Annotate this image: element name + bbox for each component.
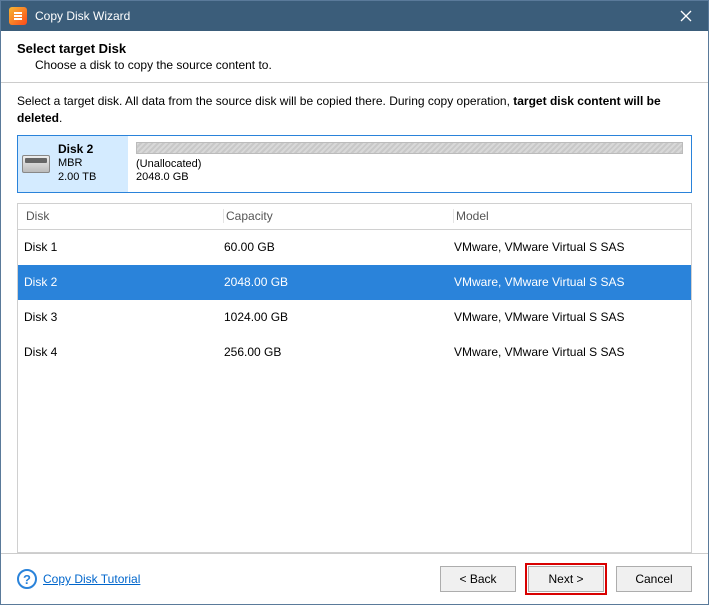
cell-model: VMware, VMware Virtual S SAS bbox=[454, 275, 685, 289]
window-title: Copy Disk Wizard bbox=[35, 9, 664, 23]
disk-preview-layout: (Unallocated) 2048.0 GB bbox=[128, 136, 691, 192]
cell-model: VMware, VMware Virtual S SAS bbox=[454, 240, 685, 254]
page-subtitle: Choose a disk to copy the source content… bbox=[35, 58, 692, 72]
app-icon bbox=[9, 7, 27, 25]
page-title: Select target Disk bbox=[17, 41, 692, 56]
cell-disk: Disk 1 bbox=[24, 240, 224, 254]
cell-disk: Disk 3 bbox=[24, 310, 224, 324]
next-button[interactable]: Next > bbox=[528, 566, 604, 592]
table-row[interactable]: Disk 4256.00 GBVMware, VMware Virtual S … bbox=[18, 335, 691, 370]
disk-table: Disk Capacity Model Disk 160.00 GBVMware… bbox=[17, 203, 692, 553]
instruction-text: Select a target disk. All data from the … bbox=[17, 93, 692, 127]
cell-capacity: 60.00 GB bbox=[224, 240, 454, 254]
cancel-button[interactable]: Cancel bbox=[616, 566, 692, 592]
table-row[interactable]: Disk 31024.00 GBVMware, VMware Virtual S… bbox=[18, 300, 691, 335]
cell-model: VMware, VMware Virtual S SAS bbox=[454, 345, 685, 359]
table-row[interactable]: Disk 160.00 GBVMware, VMware Virtual S S… bbox=[18, 230, 691, 265]
col-model[interactable]: Model bbox=[454, 209, 685, 223]
allocation-info: (Unallocated) 2048.0 GB bbox=[136, 158, 683, 186]
disk-icon bbox=[22, 155, 50, 173]
cell-model: VMware, VMware Virtual S SAS bbox=[454, 310, 685, 324]
cell-disk: Disk 2 bbox=[24, 275, 224, 289]
cell-capacity: 1024.00 GB bbox=[224, 310, 454, 324]
disk-preview-panel: Disk 2 MBR 2.00 TB (Unallocated) 2048.0 … bbox=[17, 135, 692, 193]
allocation-size: 2048.0 GB bbox=[136, 171, 683, 185]
disk-preview-size: 2.00 TB bbox=[58, 171, 96, 185]
back-button[interactable]: < Back bbox=[440, 566, 516, 592]
table-body: Disk 160.00 GBVMware, VMware Virtual S S… bbox=[18, 230, 691, 370]
instruction-prefix: Select a target disk. All data from the … bbox=[17, 94, 513, 108]
disk-preview-name: Disk 2 bbox=[58, 142, 96, 157]
col-capacity[interactable]: Capacity bbox=[224, 209, 454, 223]
wizard-window: Copy Disk Wizard Select target Disk Choo… bbox=[0, 0, 709, 605]
divider bbox=[1, 82, 708, 83]
close-button[interactable] bbox=[664, 1, 708, 31]
cell-disk: Disk 4 bbox=[24, 345, 224, 359]
cell-capacity: 256.00 GB bbox=[224, 345, 454, 359]
instruction-suffix: . bbox=[59, 111, 62, 125]
table-row[interactable]: Disk 22048.00 GBVMware, VMware Virtual S… bbox=[18, 265, 691, 300]
disk-meta: Disk 2 MBR 2.00 TB bbox=[58, 142, 96, 185]
table-header: Disk Capacity Model bbox=[18, 204, 691, 230]
cell-capacity: 2048.00 GB bbox=[224, 275, 454, 289]
help-icon[interactable]: ? bbox=[17, 569, 37, 589]
tutorial-link[interactable]: Copy Disk Tutorial bbox=[43, 572, 140, 586]
disk-preview-info: Disk 2 MBR 2.00 TB bbox=[18, 136, 128, 192]
disk-preview-scheme: MBR bbox=[58, 157, 96, 171]
content-area: Select target Disk Choose a disk to copy… bbox=[1, 31, 708, 553]
col-disk[interactable]: Disk bbox=[24, 209, 224, 223]
allocation-label: (Unallocated) bbox=[136, 158, 683, 172]
partition-bar bbox=[136, 142, 683, 154]
close-icon bbox=[680, 10, 692, 22]
footer: ? Copy Disk Tutorial < Back Next > Cance… bbox=[1, 553, 708, 604]
titlebar: Copy Disk Wizard bbox=[1, 1, 708, 31]
